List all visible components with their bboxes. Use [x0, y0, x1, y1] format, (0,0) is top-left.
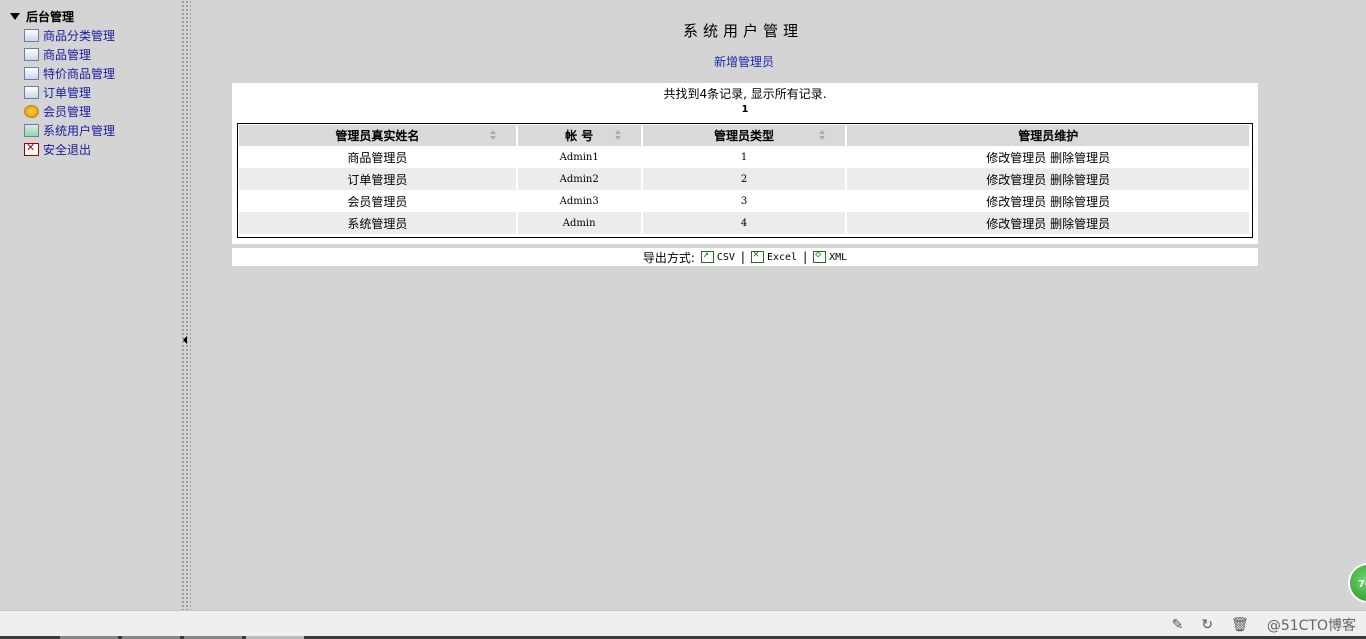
sidebar-item-order[interactable]: 订单管理 [24, 83, 115, 102]
delete-admin-link[interactable]: 删除管理员 [1050, 173, 1110, 187]
page-number[interactable]: 1 [232, 104, 1258, 115]
cell-actions: 修改管理员 删除管理员 [846, 146, 1251, 168]
delete-admin-link[interactable]: 删除管理员 [1050, 151, 1110, 165]
trash-icon[interactable]: 🗑 [1231, 617, 1249, 633]
column-header-type[interactable]: 管理员类型 [641, 125, 848, 146]
tree-list: 商品分类管理 商品管理 特价商品管理 订单管理 会员管理 系统用户管理 安全退出 [24, 26, 115, 159]
logout-x-icon [24, 141, 39, 156]
sidebar-item-label: 会员管理 [43, 105, 92, 119]
cell-name: 订单管理员 [239, 168, 518, 190]
status-tray: ✎ ↻ 🗑 @51CTO博客 [1172, 615, 1356, 635]
order-list-icon [24, 86, 39, 99]
cell-name: 商品管理员 [239, 146, 518, 168]
sort-icon[interactable] [489, 130, 496, 140]
sidebar-item-product[interactable]: 商品管理 [24, 45, 115, 64]
cell-account: Admin [516, 212, 643, 234]
sidebar-item-label: 安全退出 [43, 143, 92, 157]
sidebar: 后台管理 商品分类管理 商品管理 特价商品管理 订单管理 会员管理 系统用户管理 [0, 0, 181, 610]
cell-type: 2 [641, 168, 848, 190]
product-chart-icon [24, 48, 39, 61]
edit-admin-link[interactable]: 修改管理员 [986, 173, 1046, 187]
expand-triangle-icon[interactable] [10, 13, 20, 20]
pin-icon[interactable]: ✎ [1172, 617, 1184, 633]
edit-admin-link[interactable]: 修改管理员 [986, 195, 1046, 209]
summary-text: 共找到4条记录, 显示所有记录. [663, 87, 827, 101]
cell-account: Admin3 [516, 190, 643, 212]
floating-badge[interactable]: 70 [1348, 563, 1366, 603]
sidebar-item-special[interactable]: 特价商品管理 [24, 64, 115, 83]
sidebar-item-system-user[interactable]: 系统用户管理 [24, 121, 115, 140]
export-label: 导出方式: [642, 250, 695, 265]
cell-type: 1 [641, 146, 848, 168]
sidebar-item-member[interactable]: 会员管理 [24, 102, 115, 121]
column-header-actions: 管理员维护 [846, 125, 1251, 146]
delete-admin-link[interactable]: 删除管理员 [1050, 195, 1110, 209]
sidebar-item-label: 商品管理 [43, 48, 92, 62]
edit-admin-link[interactable]: 修改管理员 [986, 151, 1046, 165]
cell-type: 4 [641, 212, 848, 234]
cell-name: 系统管理员 [239, 212, 518, 234]
sort-icon[interactable] [819, 130, 826, 140]
csv-icon [700, 249, 714, 263]
record-summary: 共找到4条记录, 显示所有记录. 1 [232, 83, 1258, 119]
export-separator: | [740, 250, 745, 264]
status-bar: ✎ ↻ 🗑 @51CTO博客 [0, 610, 1366, 639]
cell-actions: 修改管理员 删除管理员 [846, 212, 1251, 234]
cell-name: 会员管理员 [239, 190, 518, 212]
column-header-name[interactable]: 管理员真实姓名 [239, 125, 518, 146]
watermark: @51CTO博客 [1266, 618, 1356, 634]
cell-account: Admin2 [516, 168, 643, 190]
table-row: 会员管理员 Admin3 3 修改管理员 删除管理员 [239, 190, 1251, 212]
table-row: 订单管理员 Admin2 2 修改管理员 删除管理员 [239, 168, 1251, 190]
frame-splitter[interactable] [181, 0, 191, 610]
table-container: 管理员真实姓名 帐 号 管理员类型 管理员维护 商品管理员 Admin1 1 修… [232, 119, 1258, 244]
page-title: 系统用户管理 [682, 22, 803, 40]
add-admin-link[interactable]: 新增管理员 [600, 53, 888, 70]
cell-type: 3 [641, 190, 848, 212]
admin-table-frame: 管理员真实姓名 帐 号 管理员类型 管理员维护 商品管理员 Admin1 1 修… [237, 123, 1253, 238]
sidebar-item-label: 系统用户管理 [43, 124, 116, 138]
sort-icon[interactable] [614, 130, 621, 140]
export-bar: 导出方式: CSV | Excel | XML [232, 248, 1258, 266]
xml-icon [813, 249, 827, 263]
sidebar-item-logout[interactable]: 安全退出 [24, 140, 115, 159]
export-xml-link[interactable]: XML [813, 249, 847, 263]
cell-actions: 修改管理员 删除管理员 [846, 190, 1251, 212]
excel-icon [750, 249, 764, 263]
table-row: 系统管理员 Admin 4 修改管理员 删除管理员 [239, 212, 1251, 234]
export-csv-link[interactable]: CSV [700, 249, 735, 263]
special-chart-icon [24, 67, 39, 80]
column-header-account[interactable]: 帐 号 [516, 125, 643, 146]
user-icon [24, 124, 39, 137]
export-separator: | [803, 250, 808, 264]
collapse-arrow-icon[interactable] [183, 336, 187, 344]
table-row: 商品管理员 Admin1 1 修改管理员 删除管理员 [239, 146, 1251, 168]
admin-table: 管理员真实姓名 帐 号 管理员类型 管理员维护 商品管理员 Admin1 1 修… [239, 125, 1251, 234]
refresh-icon[interactable]: ↻ [1201, 617, 1213, 633]
export-excel-link[interactable]: Excel [750, 249, 797, 263]
edit-admin-link[interactable]: 修改管理员 [986, 217, 1046, 231]
cell-actions: 修改管理员 删除管理员 [846, 168, 1251, 190]
sidebar-item-label: 特价商品管理 [43, 67, 116, 81]
delete-admin-link[interactable]: 删除管理员 [1050, 217, 1110, 231]
sidebar-item-label: 订单管理 [43, 86, 92, 100]
member-icon [24, 105, 39, 118]
cell-account: Admin1 [516, 146, 643, 168]
